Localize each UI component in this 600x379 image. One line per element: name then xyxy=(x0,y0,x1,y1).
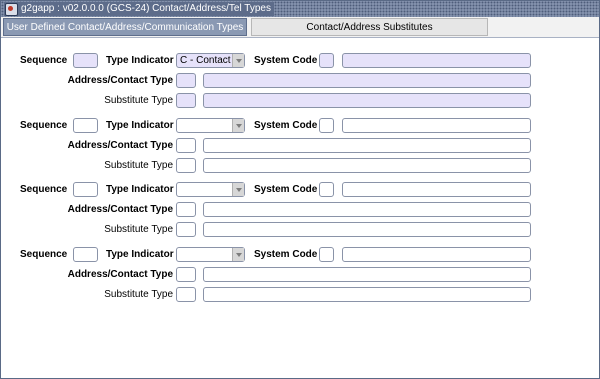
type-indicator-select[interactable] xyxy=(176,118,245,133)
address-contact-type-description xyxy=(203,138,531,153)
system-code-description xyxy=(342,118,531,133)
application-window: g2gapp : v02.0.0.0 (GCS-24) Contact/Addr… xyxy=(0,0,600,379)
address-contact-type-label: Address/Contact Type xyxy=(67,269,173,280)
title-bar[interactable]: g2gapp : v02.0.0.0 (GCS-24) Contact/Addr… xyxy=(1,1,599,17)
window-title: g2gapp : v02.0.0.0 (GCS-24) Contact/Addr… xyxy=(4,2,274,16)
tab-contact-address-substitutes[interactable]: Contact/Address Substitutes xyxy=(251,18,488,36)
address-contact-type-label: Address/Contact Type xyxy=(67,140,173,151)
substitute-type-description xyxy=(203,158,531,173)
address-contact-type-description xyxy=(203,267,531,282)
type-indicator-select[interactable] xyxy=(176,247,245,262)
tab-user-defined-types[interactable]: User Defined Contact/Address/Communicati… xyxy=(3,18,247,36)
type-indicator-value: C - Contact xyxy=(180,55,231,66)
system-code-field[interactable] xyxy=(319,53,334,68)
sequence-label: Sequence xyxy=(20,55,68,66)
sequence-field[interactable] xyxy=(73,182,98,197)
address-contact-type-label: Address/Contact Type xyxy=(67,204,173,215)
type-indicator-label: Type Indicator xyxy=(106,249,174,260)
type-indicator-label: Type Indicator xyxy=(106,184,174,195)
chevron-down-icon[interactable] xyxy=(232,183,244,196)
address-contact-type-description xyxy=(203,202,531,217)
chevron-down-icon[interactable] xyxy=(232,248,244,261)
system-code-label: System Code xyxy=(254,55,318,66)
system-code-field[interactable] xyxy=(319,118,334,133)
address-contact-type-description xyxy=(203,73,531,88)
sequence-field[interactable] xyxy=(73,53,98,68)
address-contact-type-field[interactable] xyxy=(176,138,196,153)
system-code-description xyxy=(342,53,531,68)
type-indicator-select[interactable]: C - Contact xyxy=(176,53,245,68)
substitute-type-description xyxy=(203,93,531,108)
substitute-type-label: Substitute Type xyxy=(104,289,173,300)
substitute-type-field[interactable] xyxy=(176,287,196,302)
substitute-type-label: Substitute Type xyxy=(104,95,173,106)
address-contact-type-field[interactable] xyxy=(176,73,196,88)
sequence-field[interactable] xyxy=(73,247,98,262)
chevron-down-icon[interactable] xyxy=(232,119,244,132)
system-code-label: System Code xyxy=(254,120,318,131)
type-indicator-label: Type Indicator xyxy=(106,55,174,66)
app-icon xyxy=(5,2,18,16)
sequence-label: Sequence xyxy=(20,249,68,260)
type-indicator-label: Type Indicator xyxy=(106,120,174,131)
address-contact-type-label: Address/Contact Type xyxy=(67,75,173,86)
type-indicator-select[interactable] xyxy=(176,182,245,197)
address-contact-type-field[interactable] xyxy=(176,202,196,217)
address-contact-type-field[interactable] xyxy=(176,267,196,282)
sequence-label: Sequence xyxy=(20,120,68,131)
system-code-label: System Code xyxy=(254,249,318,260)
system-code-label: System Code xyxy=(254,184,318,195)
substitute-type-label: Substitute Type xyxy=(104,160,173,171)
substitute-type-label: Substitute Type xyxy=(104,224,173,235)
window-title-text: g2gapp : v02.0.0.0 (GCS-24) Contact/Addr… xyxy=(21,3,271,14)
chevron-down-icon[interactable] xyxy=(232,54,244,67)
system-code-description xyxy=(342,182,531,197)
sequence-label: Sequence xyxy=(20,184,68,195)
system-code-field[interactable] xyxy=(319,247,334,262)
system-code-description xyxy=(342,247,531,262)
substitute-type-description xyxy=(203,287,531,302)
substitute-type-field[interactable] xyxy=(176,93,196,108)
system-code-field[interactable] xyxy=(319,182,334,197)
substitute-type-field[interactable] xyxy=(176,158,196,173)
substitute-type-field[interactable] xyxy=(176,222,196,237)
substitute-type-description xyxy=(203,222,531,237)
tab-strip: User Defined Contact/Address/Communicati… xyxy=(1,17,599,38)
sequence-field[interactable] xyxy=(73,118,98,133)
